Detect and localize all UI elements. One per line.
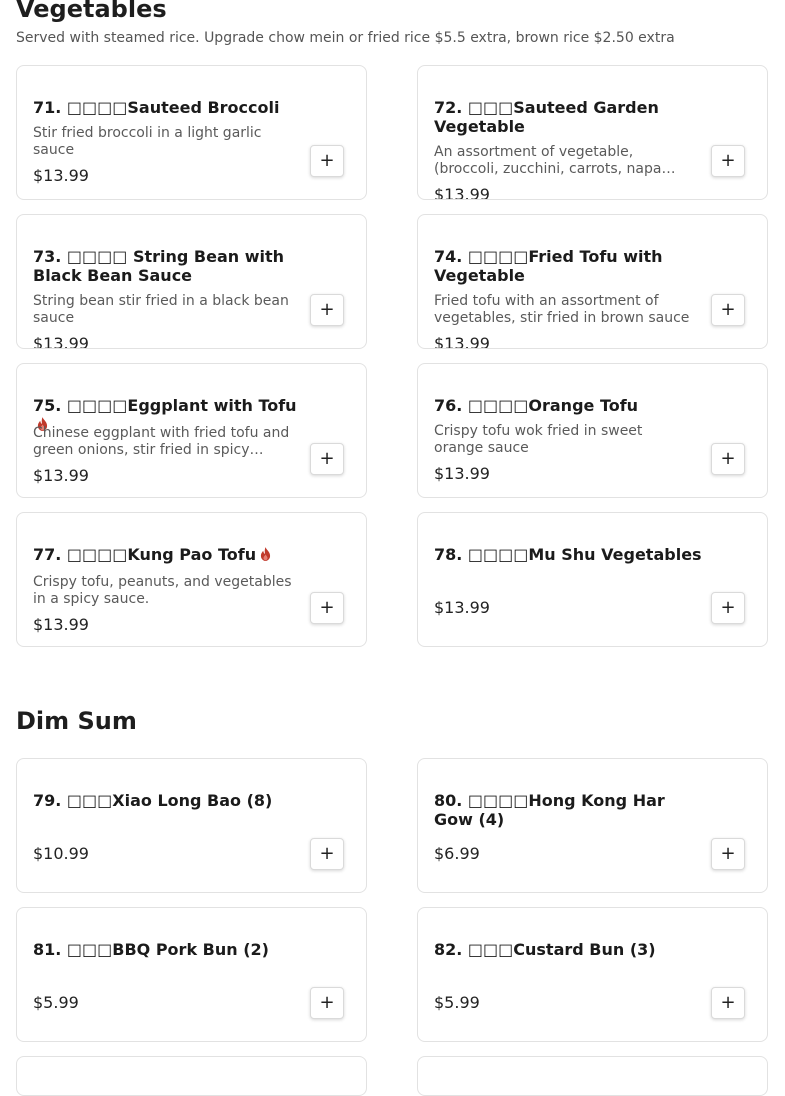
menu-item-price: $13.99: [434, 598, 490, 617]
menu-item-name: 81. □□□BBQ Pork Bun (2): [33, 940, 269, 959]
menu-item-price: $13.99: [33, 615, 89, 634]
add-to-cart-button[interactable]: +: [310, 987, 344, 1019]
add-to-cart-button[interactable]: +: [310, 443, 344, 475]
add-to-cart-button[interactable]: +: [711, 987, 745, 1019]
menu-item-card[interactable]: 75. □□□□Eggplant with Tofu Chinese eggpl…: [16, 363, 367, 498]
menu-item-name: 77. □□□□Kung Pao Tofu: [33, 545, 257, 564]
flame-icon: [261, 547, 271, 561]
menu-item-price: $13.99: [434, 334, 490, 349]
menu-item-price: $13.99: [434, 464, 490, 483]
add-to-cart-button[interactable]: +: [310, 294, 344, 326]
menu-item-price: $6.99: [434, 844, 480, 863]
menu-item-description: Fried tofu with an assortment of vegetab…: [434, 293, 690, 326]
menu-item-card[interactable]: 74. □□□□Fried Tofu with Vegetable Fried …: [417, 214, 768, 349]
add-to-cart-button[interactable]: +: [310, 145, 344, 177]
menu-item-name: 72. □□□Sauteed Garden Vegetable: [434, 98, 659, 136]
add-to-cart-button[interactable]: +: [711, 838, 745, 870]
menu-item-card[interactable]: 81. □□□BBQ Pork Bun (2) $5.99 +: [16, 907, 367, 1042]
menu-item-name: 76. □□□□Orange Tofu: [434, 396, 639, 415]
menu-item-card[interactable]: 80. □□□□Hong Kong Har Gow (4) $6.99 +: [417, 758, 768, 893]
menu-item-price: $13.99: [434, 185, 490, 200]
section-subtitle-vegetables: Served with steamed rice. Upgrade chow m…: [16, 30, 675, 46]
menu-item-title: 77. □□□□Kung Pao Tofu: [33, 545, 308, 564]
add-to-cart-button[interactable]: +: [310, 592, 344, 624]
menu-item-card[interactable]: 71. □□□□Sauteed Broccoli Stir fried broc…: [16, 65, 367, 200]
menu-item-card[interactable]: 82. □□□Custard Bun (3) $5.99 +: [417, 907, 768, 1042]
menu-item-name: 79. □□□Xiao Long Bao (8): [33, 791, 273, 810]
menu-item-name: 75. □□□□Eggplant with Tofu: [33, 396, 297, 415]
menu-item-price: $13.99: [33, 466, 89, 485]
menu-item-name: 74. □□□□Fried Tofu with Vegetable: [434, 247, 663, 285]
menu-item-description: String bean stir fried in a black bean s…: [33, 293, 289, 326]
add-to-cart-button[interactable]: +: [711, 145, 745, 177]
menu-item-description: Chinese eggplant with fried tofu and gre…: [33, 425, 290, 458]
menu-item-name: 73. □□□□ String Bean with Black Bean Sau…: [33, 247, 285, 285]
menu-item-card[interactable]: 79. □□□Xiao Long Bao (8) $10.99 +: [16, 758, 367, 893]
menu-item-description: Crispy tofu wok fried in sweet orange sa…: [434, 423, 643, 456]
menu-item-price: $13.99: [33, 334, 89, 349]
menu-item-name: 71. □□□□Sauteed Broccoli: [33, 98, 280, 117]
menu-item-card[interactable]: 77. □□□□Kung Pao Tofu Crispy tofu, peanu…: [16, 512, 367, 647]
menu-item-card-partial[interactable]: [417, 1056, 768, 1096]
menu-item-card[interactable]: 73. □□□□ String Bean with Black Bean Sau…: [16, 214, 367, 349]
menu-item-card-partial[interactable]: [16, 1056, 367, 1096]
add-to-cart-button[interactable]: +: [310, 838, 344, 870]
menu-item-price: $10.99: [33, 844, 89, 863]
menu-item-card[interactable]: 78. □□□□Mu Shu Vegetables $13.99 +: [417, 512, 768, 647]
menu-item-price: $5.99: [434, 993, 480, 1012]
menu-item-description: An assortment of vegetable, (broccoli, z…: [434, 144, 676, 177]
menu-item-price: $13.99: [33, 166, 89, 185]
add-to-cart-button[interactable]: +: [711, 443, 745, 475]
section-title-vegetables: Vegetables: [16, 0, 167, 23]
menu-item-price: $5.99: [33, 993, 79, 1012]
add-to-cart-button[interactable]: +: [711, 592, 745, 624]
menu-item-name: 80. □□□□Hong Kong Har Gow (4): [434, 791, 665, 829]
add-to-cart-button[interactable]: +: [711, 294, 745, 326]
menu-item-description: Crispy tofu, peanuts, and vegetables in …: [33, 574, 292, 607]
menu-item-description: Stir fried broccoli in a light garlic sa…: [33, 125, 262, 158]
menu-item-card[interactable]: 72. □□□Sauteed Garden Vegetable An assor…: [417, 65, 768, 200]
menu-item-name: 78. □□□□Mu Shu Vegetables: [434, 545, 702, 564]
menu-item-name: 82. □□□Custard Bun (3): [434, 940, 656, 959]
section-title-dim-sum: Dim Sum: [16, 707, 137, 735]
menu-item-card[interactable]: 76. □□□□Orange Tofu Crispy tofu wok frie…: [417, 363, 768, 498]
